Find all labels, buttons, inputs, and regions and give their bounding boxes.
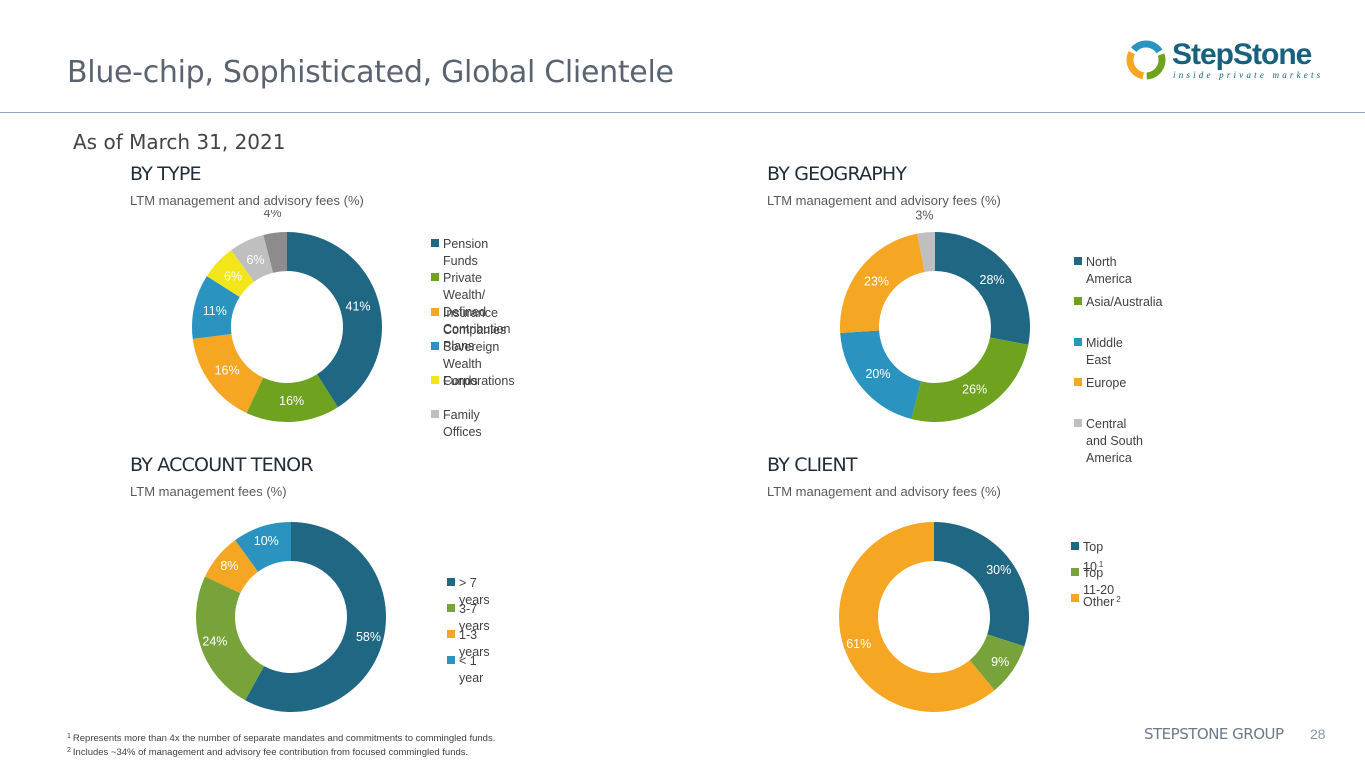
legend-item-1-year: < 1 year [447, 653, 483, 687]
donut-chart-by-client: 30% 9% 61% [839, 522, 1029, 712]
section-subtitle-by-client: LTM management and advisory fees (%) [767, 484, 1001, 499]
legend-swatch [447, 656, 455, 664]
title-divider [0, 112, 1365, 113]
footer-brand: STEPSTONE GROUP [1144, 725, 1284, 743]
legend-swatch [431, 308, 439, 316]
data-label: 26% [962, 382, 987, 396]
legend-swatch [1074, 297, 1082, 305]
legend-item-europe: Europe [1074, 375, 1126, 392]
legend-swatch [1071, 594, 1079, 602]
section-subtitle-by-geography: LTM management and advisory fees (%) [767, 193, 1001, 208]
legend-label: Corporations [443, 374, 515, 388]
footnotes: 1 Represents more than 4x the number of s… [67, 731, 495, 759]
data-label: 30% [986, 563, 1011, 577]
data-label: 28% [980, 273, 1005, 287]
legend-swatch [447, 604, 455, 612]
logo-tagline: inside private markets [1173, 70, 1324, 80]
donut-chart-by-type: 41% 16% 16% 11% 6% 6% 4% [192, 210, 383, 422]
section-title-by-account-tenor: BY ACCOUNT TENOR [130, 454, 314, 476]
legend-label: North America [1086, 255, 1132, 286]
donut-slice-pension-funds [287, 232, 383, 408]
legend-item-other: Other 2 [1071, 591, 1121, 611]
data-label: 41% [346, 299, 371, 313]
legend-swatch [1071, 542, 1079, 550]
section-title-by-type: BY TYPE [130, 163, 202, 185]
data-label: 4% [264, 210, 282, 220]
page-title: Blue-chip, Sophisticated, Global Cliente… [67, 55, 674, 90]
legend-item-pension-funds: Pension Funds [431, 236, 488, 270]
legend-swatch [431, 376, 439, 384]
data-label: 3% [915, 210, 933, 222]
legend-swatch [1074, 378, 1082, 386]
legend-swatch [431, 239, 439, 247]
donut-slice-asia-australia [911, 337, 1029, 422]
logo-ring-icon [1126, 40, 1166, 80]
data-label: 23% [864, 275, 889, 289]
legend-label: Family Offices [443, 408, 482, 439]
footnote-2-text: Includes ~34% of management and advisory… [72, 747, 469, 758]
section-title-by-geography: BY GEOGRAPHY [767, 163, 907, 185]
stepstone-logo: StepStone inside private markets [1124, 36, 1324, 86]
footnote-1-marker: 1 [67, 733, 71, 740]
donut-chart-by-account-tenor: 58% 24% 8% 10% [195, 522, 386, 712]
donut-slice-top-10 [934, 522, 1029, 647]
data-label: 8% [220, 559, 238, 573]
donut-chart-by-geography: 28% 26% 20% 23% 3% [840, 210, 1030, 422]
legend-label: < 1 year [459, 654, 484, 685]
data-label: 6% [224, 269, 242, 283]
legend-label: Europe [1086, 376, 1127, 390]
legend-swatch [431, 410, 439, 418]
legend-item-central-and-south-america: Central and South America [1074, 416, 1143, 467]
legend-swatch [431, 342, 439, 350]
donut-slice-north-america [935, 232, 1030, 345]
legend-label: Middle East [1086, 336, 1123, 367]
legend-label: Insurance Companies [443, 306, 507, 337]
legend-swatch [431, 273, 439, 281]
data-label: 61% [846, 637, 871, 651]
legend-swatch [447, 630, 455, 638]
data-label: 9% [991, 655, 1009, 669]
as-of-date: As of March 31, 2021 [73, 130, 286, 154]
legend-swatch [447, 578, 455, 586]
data-label: 6% [246, 253, 264, 267]
data-label: 16% [215, 363, 240, 377]
legend-label: Pension Funds [443, 237, 489, 268]
page-number: 28 [1310, 726, 1326, 742]
legend-item-family-offices: Family Offices [431, 407, 482, 441]
section-subtitle-by-type: LTM management and advisory fees (%) [130, 193, 364, 208]
data-label: 20% [865, 367, 890, 381]
footnote-2-marker: 2 [67, 747, 71, 754]
legend-label: Central and South America [1086, 417, 1143, 465]
legend-item-corporations: Corporations [431, 373, 515, 390]
data-label: 11% [203, 304, 227, 318]
legend-item-asia-australia: Asia/Australia [1074, 294, 1162, 311]
data-label: 58% [356, 630, 381, 644]
logo-wordmark: StepStone [1172, 38, 1312, 71]
footnote-1-text: Represents more than 4x the number of se… [72, 733, 496, 744]
data-label: 16% [279, 394, 304, 408]
footnote-2: 2 Includes ~34% of management and advisor… [67, 745, 495, 759]
legend-footnote-marker: 2 [1116, 595, 1121, 604]
legend-swatch [1074, 338, 1082, 346]
legend-item-north-america: North America [1074, 254, 1132, 288]
legend-label: Other 2 [1083, 595, 1121, 609]
legend-item-middle-east: Middle East [1074, 335, 1123, 369]
data-label: 24% [202, 635, 227, 649]
legend-label: Asia/Australia [1086, 295, 1163, 309]
legend-swatch [1074, 257, 1082, 265]
legend-item-insurance-companies: Insurance Companies [431, 305, 506, 339]
legend-swatch [1071, 568, 1079, 576]
footnote-1: 1 Represents more than 4x the number of s… [67, 731, 495, 745]
data-label: 10% [254, 534, 279, 548]
section-subtitle-by-account-tenor: LTM management fees (%) [130, 484, 287, 499]
legend-swatch [1074, 419, 1082, 427]
section-title-by-client: BY CLIENT [767, 454, 858, 476]
